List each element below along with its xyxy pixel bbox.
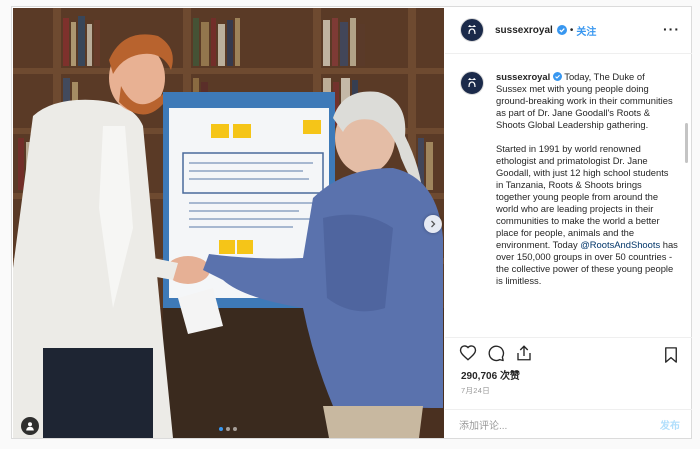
post-side-panel: sussexroyal • 关注 ··· sussexroyal Today, … <box>445 7 692 438</box>
carousel-dot <box>233 427 237 431</box>
post-comment-button[interactable]: 发布 <box>660 417 680 432</box>
share-icon[interactable] <box>515 344 533 362</box>
post-header: sussexroyal • 关注 ··· <box>445 7 692 54</box>
post-photo-illustration <box>13 8 444 438</box>
verified-badge-icon <box>556 25 567 35</box>
bookmark-icon[interactable] <box>662 346 680 364</box>
likes-suffix: 次赞 <box>499 371 520 382</box>
likes-number: 290,706 <box>461 371 498 382</box>
caption-scrollbar[interactable] <box>685 123 688 163</box>
caption-body-text: Started in 1991 by world renowned etholo… <box>496 143 669 250</box>
header-username[interactable]: sussexroyal <box>495 25 553 36</box>
caption-username[interactable]: sussexroyal <box>496 71 550 82</box>
follow-button[interactable]: 关注 <box>576 23 596 38</box>
mention-link[interactable]: @RootsAndShoots <box>580 239 660 250</box>
user-tag-icon <box>26 422 34 431</box>
post-date[interactable]: 7月24日 <box>461 385 490 396</box>
instagram-post: sussexroyal • 关注 ··· sussexroyal Today, … <box>11 6 692 439</box>
caption-body: Started in 1991 by world renowned etholo… <box>496 143 678 287</box>
header-separator: • <box>569 24 574 36</box>
carousel-next-button[interactable] <box>424 215 442 233</box>
comment-icon[interactable] <box>487 344 505 362</box>
post-photo[interactable] <box>13 8 444 438</box>
user-tag-button[interactable] <box>21 417 39 435</box>
caption-intro: sussexroyal Today, The Duke of Sussex me… <box>496 71 678 131</box>
caption-section: sussexroyal Today, The Duke of Sussex me… <box>445 55 692 337</box>
verified-badge-icon <box>552 72 562 81</box>
royal-monogram-icon <box>468 25 476 35</box>
comment-input[interactable]: 添加评论... <box>459 417 660 432</box>
royal-monogram-icon <box>468 78 476 88</box>
carousel-dot <box>219 427 223 431</box>
avatar[interactable] <box>460 18 484 42</box>
likes-count[interactable]: 290,706 次赞 <box>461 367 520 382</box>
carousel-dot <box>226 427 230 431</box>
more-options-icon[interactable]: ··· <box>663 21 680 37</box>
comment-bar: 添加评论... 发布 <box>445 409 692 438</box>
avatar[interactable] <box>460 71 484 95</box>
heart-icon[interactable] <box>459 344 477 362</box>
caption-text: sussexroyal Today, The Duke of Sussex me… <box>496 71 678 287</box>
carousel-indicator <box>219 427 237 431</box>
chevron-right-icon <box>431 220 436 228</box>
